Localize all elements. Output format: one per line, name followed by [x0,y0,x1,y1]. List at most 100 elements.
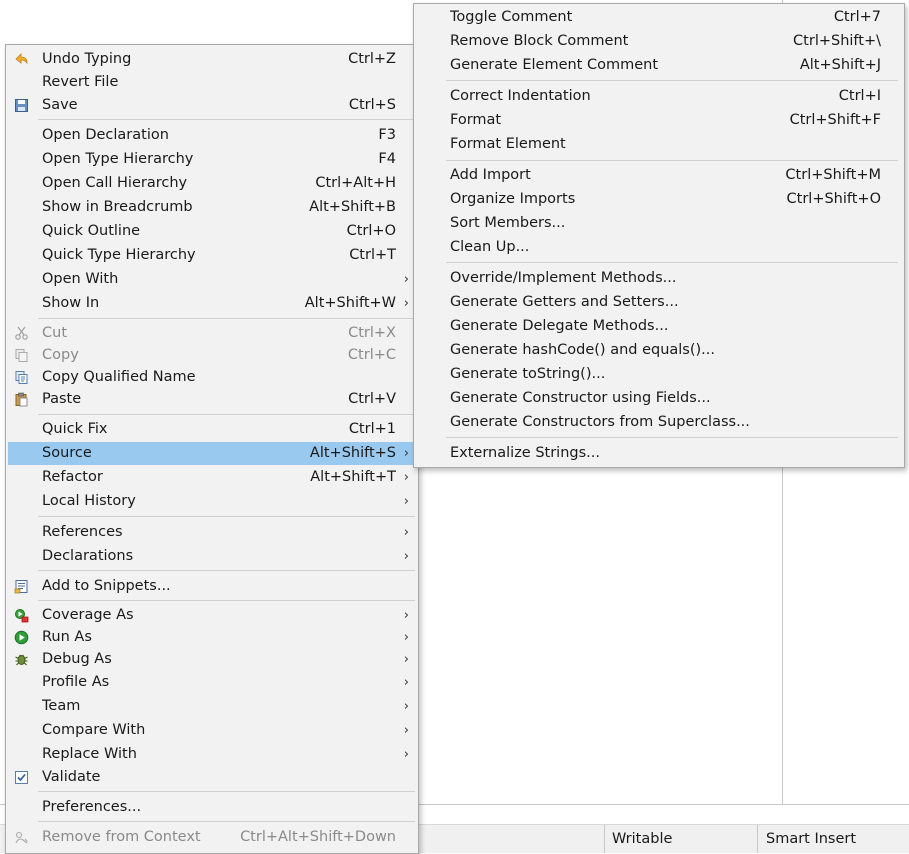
source-menu-item-generate-delegate-methods[interactable]: Generate Delegate Methods... [416,315,901,338]
context-menu-item-source[interactable]: Source Alt+Shift+S › [8,442,415,465]
context-menu-item-copy-qualified-name[interactable]: Copy Qualified Name [8,366,415,389]
context-menu-item-compare-with[interactable]: Compare With › [8,719,415,742]
context-menu-item-save[interactable]: Save Ctrl+S [8,94,415,117]
menu-item-label: Open With [42,271,119,287]
source-menu-item-organize-imports[interactable]: Organize Imports Ctrl+Shift+O [416,188,901,211]
copy-icon [14,348,29,363]
context-menu-item-coverage-as[interactable]: Coverage As › [8,604,415,627]
source-menu-item-clean-up[interactable]: Clean Up... [416,236,901,259]
submenu-arrow-icon: › [403,272,409,287]
context-menu-item-open-with[interactable]: Open With › [8,268,415,291]
context-menu-item-revert-file[interactable]: Revert File [8,71,415,94]
menu-item-label: Format Element [450,136,566,152]
coverage-icon [14,608,29,623]
menu-item-shortcut: Ctrl+X [348,325,396,341]
submenu-arrow-icon: › [403,446,409,461]
menu-item-label: Generate Constructor using Fields... [450,390,711,406]
menu-item-shortcut: F3 [378,127,396,143]
source-menu-item-generate-getters-and-setters[interactable]: Generate Getters and Setters... [416,291,901,314]
source-menu-item-sort-members[interactable]: Sort Members... [416,212,901,235]
menu-item-shortcut: Ctrl+O [346,223,396,239]
context-menu-item-remove-from-context[interactable]: Remove from Context Ctrl+Alt+Shift+Down [8,826,415,849]
context-menu-item-open-call-hierarchy[interactable]: Open Call Hierarchy Ctrl+Alt+H [8,172,415,195]
context-menu-item-quick-outline[interactable]: Quick Outline Ctrl+O [8,220,415,243]
menu-item-shortcut: Ctrl+T [349,247,396,263]
submenu-arrow-icon: › [403,296,409,311]
context-menu-item-undo-typing[interactable]: Undo Typing Ctrl+Z [8,48,415,71]
menu-item-shortcut: Ctrl+Alt+H [315,175,396,191]
context-menu-item-cut[interactable]: Cut Ctrl+X [8,322,415,345]
source-menu-item-format[interactable]: Format Ctrl+Shift+F [416,109,901,132]
menu-item-label: Validate [42,769,101,785]
context-menu-item-quick-fix[interactable]: Quick Fix Ctrl+1 [8,418,415,441]
source-menu-item-remove-block-comment[interactable]: Remove Block Comment Ctrl+Shift+\ [416,30,901,53]
context-menu-item-refactor[interactable]: Refactor Alt+Shift+T › [8,466,415,489]
menu-item-label: Add to Snippets... [42,578,171,594]
menu-item-shortcut: Ctrl+Shift+O [786,191,881,207]
menu-item-label: Revert File [42,74,119,90]
menu-item-label: Open Declaration [42,127,169,143]
context-menu-item-preferences[interactable]: Preferences... [8,796,415,819]
menu-item-label: Toggle Comment [450,9,573,25]
menu-item-shortcut: Ctrl+Shift+M [785,167,881,183]
context-menu-item-copy[interactable]: Copy Ctrl+C [8,344,415,367]
menu-separator [38,414,415,415]
source-menu-item-add-import[interactable]: Add Import Ctrl+Shift+M [416,164,901,187]
status-separator [604,825,605,853]
menu-item-label: Show in Breadcrumb [42,199,193,215]
context-menu-item-local-history[interactable]: Local History › [8,490,415,513]
context-menu-item-quick-type-hierarchy[interactable]: Quick Type Hierarchy Ctrl+T [8,244,415,267]
menu-item-shortcut: Ctrl+S [348,97,396,113]
source-menu-item-generate-constructor-using-fields[interactable]: Generate Constructor using Fields... [416,387,901,410]
submenu-arrow-icon: › [403,747,409,762]
source-menu-item-generate-tostring[interactable]: Generate toString()... [416,363,901,386]
context-menu-item-add-to-snippets[interactable]: Add to Snippets... [8,575,415,598]
context-menu-item-show-in[interactable]: Show In Alt+Shift+W › [8,292,415,315]
menu-item-label: Compare With [42,722,146,738]
status-writable: Writable [612,831,673,847]
menu-item-label: Quick Fix [42,421,108,437]
context-menu-item-profile-as[interactable]: Profile As › [8,671,415,694]
context-menu-item-declarations[interactable]: Declarations › [8,545,415,568]
menu-item-label: Remove Block Comment [450,33,629,49]
menu-separator [446,437,898,438]
menu-separator [446,80,898,81]
menu-item-label: Generate toString()... [450,366,606,382]
menu-item-label: Undo Typing [42,51,132,67]
context-menu-item-run-as[interactable]: Run As › [8,626,415,649]
menu-item-label: Show In [42,295,100,311]
source-menu-item-generate-element-comment[interactable]: Generate Element Comment Alt+Shift+J [416,54,901,77]
source-menu-item-correct-indentation[interactable]: Correct Indentation Ctrl+I [416,85,901,108]
menu-separator [38,516,415,517]
context-menu-item-team[interactable]: Team › [8,695,415,718]
menu-item-label: Generate Element Comment [450,57,659,73]
menu-item-shortcut: Alt+Shift+W [304,295,396,311]
menu-separator [38,119,415,120]
menu-item-shortcut: Ctrl+1 [348,421,396,437]
context-menu-item-show-in-breadcrumb[interactable]: Show in Breadcrumb Alt+Shift+B [8,196,415,219]
source-menu-item-format-element[interactable]: Format Element [416,133,901,156]
context-menu-item-open-declaration[interactable]: Open Declaration F3 [8,124,415,147]
menu-item-label: Organize Imports [450,191,576,207]
submenu-arrow-icon: › [403,549,409,564]
menu-item-label: Local History [42,493,136,509]
source-submenu: Toggle Comment Ctrl+7 Remove Block Comment… [413,3,905,468]
source-menu-item-override-implement-methods[interactable]: Override/Implement Methods... [416,267,901,290]
context-menu-item-references[interactable]: References › [8,521,415,544]
menu-item-shortcut: F4 [378,151,396,167]
source-menu-item-generate-hashcode-and-equals[interactable]: Generate hashCode() and equals()... [416,339,901,362]
context-menu-item-validate[interactable]: Validate [8,766,415,789]
menu-item-label: Add Import [450,167,531,183]
source-menu-item-toggle-comment[interactable]: Toggle Comment Ctrl+7 [416,6,901,29]
source-menu-item-generate-constructors-from-superclass[interactable]: Generate Constructors from Superclass... [416,411,901,434]
context-menu-item-paste[interactable]: Paste Ctrl+V [8,388,415,411]
submenu-arrow-icon: › [403,699,409,714]
menu-item-shortcut: Alt+Shift+J [799,57,881,73]
submenu-arrow-icon: › [403,494,409,509]
context-menu-item-open-type-hierarchy[interactable]: Open Type Hierarchy F4 [8,148,415,171]
context-menu-item-debug-as[interactable]: Debug As › [8,648,415,671]
source-menu-item-externalize-strings[interactable]: Externalize Strings... [416,442,901,465]
menu-item-label: Clean Up... [450,239,530,255]
context-menu-item-replace-with[interactable]: Replace With › [8,743,415,766]
submenu-arrow-icon: › [403,608,409,623]
